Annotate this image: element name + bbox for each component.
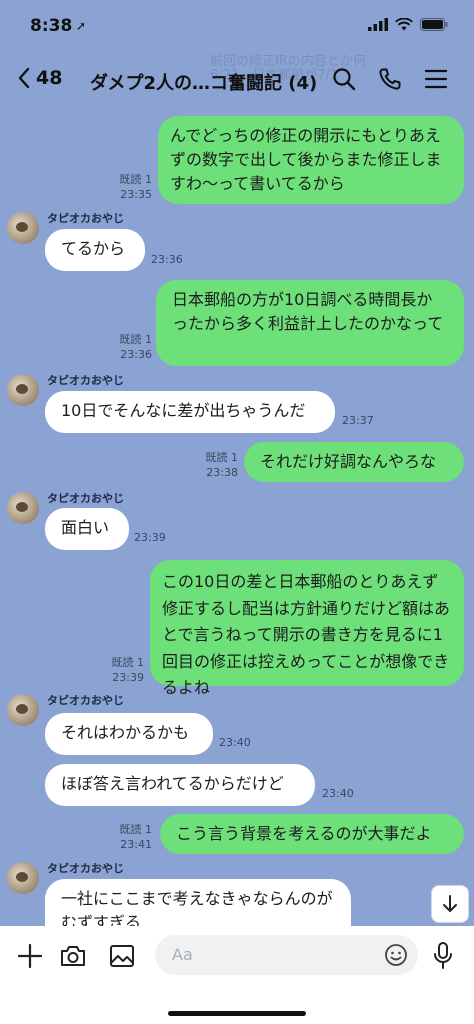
arrow-down-icon: [443, 895, 457, 912]
location-arrow-icon: ➚: [76, 19, 87, 33]
message-bubble-outgoing[interactable]: こう言う背景を考えるのが大事だよ: [160, 814, 464, 854]
message-bubble-incoming[interactable]: 面白い: [45, 508, 129, 550]
chevron-left-icon: [18, 67, 30, 89]
message-meta: 既読 1 23:38: [186, 450, 239, 480]
sender-name: タピオカおやじ: [47, 862, 124, 875]
chat-title[interactable]: ダメプ2人の…コ奮闘記 (4): [90, 69, 317, 95]
avatar[interactable]: [7, 492, 39, 524]
message-bubble-outgoing[interactable]: この10日の差と日本郵船のとりあえず修正するし配当は方針通りだけど額はあとで言う…: [150, 560, 464, 697]
sender-name: タピオカおやじ: [47, 374, 124, 387]
input-bar: Aa: [0, 926, 474, 1024]
input-placeholder: Aa: [172, 945, 193, 964]
avatar[interactable]: [7, 862, 39, 894]
message-meta: 既読 1 23:36: [100, 332, 153, 362]
message-list[interactable]: 既読 1 23:35 んでどっちの修正の開示にもとりあえずの数字で出して後からま…: [0, 110, 474, 926]
plus-icon[interactable]: [18, 944, 42, 968]
message-meta: 既読 1 23:41: [100, 822, 153, 852]
message-bubble-outgoing[interactable]: んでどっちの修正の開示にもとりあえずの数字で出して後からまた修正しますわ〜って書…: [158, 116, 464, 204]
camera-icon[interactable]: [60, 944, 86, 968]
message-time: 23:39: [134, 531, 166, 544]
message-input[interactable]: Aa: [155, 935, 418, 975]
read-receipt: 既読 1: [119, 333, 153, 346]
scroll-to-bottom-button[interactable]: [431, 885, 469, 923]
sender-name: タピオカおやじ: [47, 212, 124, 225]
message-time: 23:41: [120, 838, 152, 851]
message-bubble-incoming[interactable]: ほぼ答え言われてるからだけど: [45, 764, 315, 806]
message-bubble-incoming[interactable]: それはわかるかも: [45, 713, 213, 755]
message-time: 23:38: [206, 466, 238, 479]
message-time: 23:36: [120, 348, 152, 361]
sender-name: タピオカおやじ: [47, 492, 124, 505]
message-bubble-incoming[interactable]: てるから: [45, 229, 145, 271]
status-icons: [368, 18, 448, 31]
back-button[interactable]: 48: [18, 67, 62, 89]
read-receipt: 既読 1: [111, 656, 145, 669]
message-bubble-outgoing[interactable]: それだけ好調なんやろな: [244, 442, 464, 482]
message-meta: 既読 1 23:39: [92, 655, 145, 685]
sender-name: タピオカおやじ: [47, 694, 124, 707]
message-time: 23:39: [112, 671, 144, 684]
message-bubble-incoming[interactable]: 10日でそんなに差が出ちゃうんだ: [45, 391, 335, 433]
home-indicator: [168, 1011, 306, 1016]
avatar[interactable]: [7, 374, 39, 406]
microphone-icon[interactable]: [433, 942, 453, 970]
read-receipt: 既読 1: [205, 451, 239, 464]
read-receipt: 既読 1: [119, 173, 153, 186]
message-time: 23:36: [151, 253, 183, 266]
phone-icon[interactable]: [378, 67, 402, 91]
message-time: 23:40: [219, 736, 251, 749]
battery-icon: [420, 18, 448, 31]
message-time: 23:35: [120, 188, 152, 201]
chat-header: 前回の修正IRの内容とか何 6/21、日本郵船が7/1 48 ダメプ2人の…コ奮…: [0, 50, 474, 110]
read-receipt: 既読 1: [119, 823, 153, 836]
menu-icon[interactable]: [425, 69, 447, 89]
message-time: 23:40: [322, 787, 354, 800]
wifi-icon: [395, 18, 413, 31]
search-icon[interactable]: [332, 67, 356, 91]
unread-count: 48: [36, 67, 63, 89]
message-bubble-incoming[interactable]: 一社にここまで考えなきゃならんのがむずすぎる: [45, 879, 351, 926]
emoji-icon[interactable]: [384, 943, 408, 967]
status-bar: 8:38 ➚: [0, 0, 474, 50]
avatar[interactable]: [7, 212, 39, 244]
message-meta: 既読 1 23:35: [100, 172, 153, 202]
image-icon[interactable]: [109, 944, 135, 968]
message-bubble-outgoing[interactable]: 日本郵船の方が10日調べる時間長かったから多く利益計上したのかなって: [156, 280, 464, 366]
signal-icon: [368, 18, 388, 31]
status-time: 8:38: [30, 16, 73, 36]
avatar[interactable]: [7, 694, 39, 726]
message-time: 23:37: [342, 414, 374, 427]
